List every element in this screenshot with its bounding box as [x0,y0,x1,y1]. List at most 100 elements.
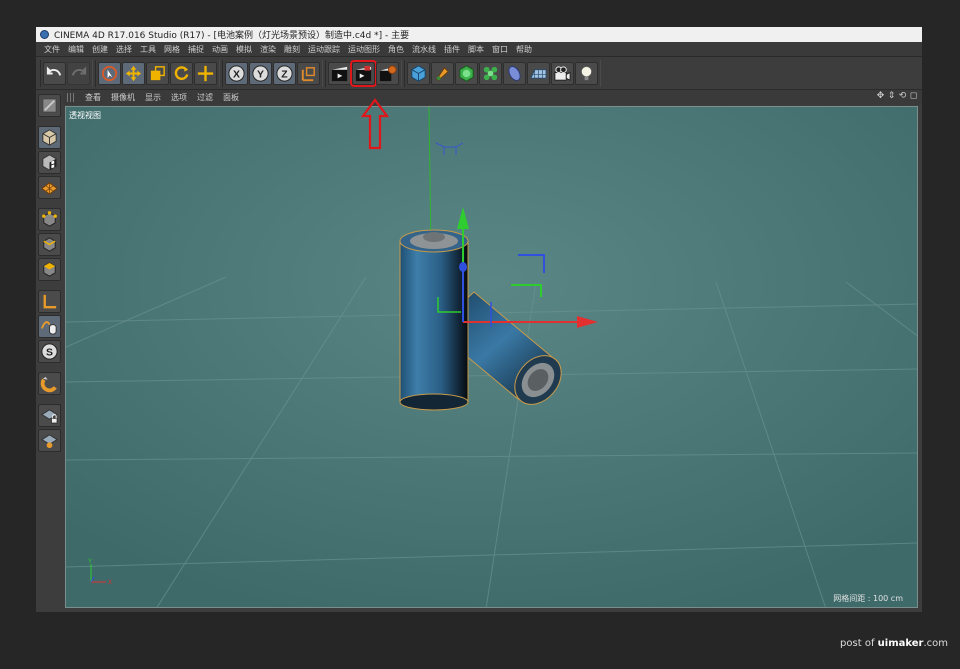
menu-tools[interactable]: 工具 [136,42,160,57]
floor-button[interactable] [527,61,550,85]
viewport-menu-options[interactable]: 选项 [166,92,192,103]
subdivision-surface-button[interactable] [455,61,478,85]
menu-script[interactable]: 脚本 [464,42,488,57]
pan-icon[interactable]: ✥ [876,92,885,101]
viewport-nav-controls: ✥ ⇕ ⟲ ◻ [876,92,918,101]
viewport-label: 透视视图 [69,111,101,120]
axis-label-y: Y [88,559,92,565]
viewport-menu-panel[interactable]: 面板 [218,92,244,103]
x-axis-lock-button[interactable]: X [225,61,248,85]
grid-distance-readout: 网格间距 : 100 cm [833,594,903,603]
floor-icon [530,68,547,79]
edges-mode-button[interactable] [38,233,61,256]
menu-create[interactable]: 创建 [88,42,112,57]
polygons-mode-button[interactable] [38,258,61,281]
viewport-menu-bar: 查看 摄像机 显示 选项 过滤 面板 ✥ ⇕ ⟲ ◻ [63,90,922,105]
menu-simulate[interactable]: 模拟 [232,42,256,57]
main-toolbar: X Y Z [36,57,922,90]
maximize-icon[interactable]: ◻ [909,92,918,101]
texture-mode-button[interactable] [38,151,61,174]
perspective-viewport[interactable]: Y X 透视视图 网格间距 : 100 cm [65,106,918,608]
tweak-mode-button[interactable] [38,315,61,338]
zoom-icon[interactable]: ⇕ [887,92,896,101]
points-mode-icon [42,211,57,227]
light-button[interactable] [575,61,598,85]
orbit-icon[interactable]: ⟲ [898,92,907,101]
points-mode-button[interactable] [38,208,61,231]
axis-group: X Y Z [222,59,323,87]
menu-render[interactable]: 渲染 [256,42,280,57]
solo-button[interactable]: S [38,340,61,363]
cloner-icon [483,66,498,80]
z-axis-lock-button[interactable]: Z [273,61,296,85]
locked-workplane-button[interactable] [38,404,61,427]
camera-button[interactable] [551,61,574,85]
menu-mesh[interactable]: 网格 [160,42,184,57]
z-axis-letter: Z [281,69,288,80]
redo-icon [71,65,87,76]
menu-mograph[interactable]: 运动图形 [344,42,384,57]
menu-select[interactable]: 选择 [112,42,136,57]
render-to-picture-viewer-icon [355,65,372,81]
snap-button[interactable] [38,372,61,395]
undo-button[interactable] [43,61,66,85]
menu-character[interactable]: 角色 [384,42,408,57]
deformer-button[interactable] [503,61,526,85]
rotate-icon [174,65,189,80]
menu-snap[interactable]: 捕捉 [184,42,208,57]
pen-button[interactable] [431,61,454,85]
workplane-mode-button[interactable] [38,176,61,199]
menu-plugins[interactable]: 插件 [440,42,464,57]
menu-help[interactable]: 帮助 [512,42,536,57]
move-button[interactable] [122,61,145,85]
menu-animate[interactable]: 动画 [208,42,232,57]
edges-mode-icon [43,237,56,252]
menu-sculpt[interactable]: 雕刻 [280,42,304,57]
viewport-menu-filter[interactable]: 过滤 [192,92,218,103]
rotate-button[interactable] [170,61,193,85]
menu-pipeline[interactable]: 流水线 [408,42,440,57]
model-mode-icon [42,129,57,146]
render-to-picture-viewer-button[interactable] [350,59,377,87]
menu-window[interactable]: 窗口 [488,42,512,57]
recent-tool-button[interactable] [194,61,217,85]
object-group [404,59,601,87]
render-view-icon [331,66,348,81]
tool-group [95,59,220,87]
planar-workplane-button[interactable] [38,429,61,452]
viewport-menu-display[interactable]: 显示 [140,92,166,103]
menu-edit[interactable]: 编辑 [64,42,88,57]
undo-group [40,59,93,87]
menu-motion-tracker[interactable]: 运动跟踪 [304,42,344,57]
model-mode-button[interactable] [38,126,61,149]
planar-workplane-icon [41,434,58,449]
pen-icon [436,66,449,81]
redo-button[interactable] [67,61,90,85]
cube-button[interactable] [407,61,430,85]
cloner-button[interactable] [479,61,502,85]
make-editable-button[interactable] [38,94,61,117]
deformer-icon [508,65,521,81]
recent-tool-icon [197,65,214,81]
undo-icon [46,65,62,76]
render-view-button[interactable] [328,61,351,85]
scale-button[interactable] [146,61,169,85]
viewport-menu-view[interactable]: 查看 [80,92,106,103]
tweak-mouse-icon [41,321,57,335]
z-axis-icon: Z [276,64,293,82]
x-axis-icon: X [228,64,245,82]
panel-grip-icon[interactable] [67,93,76,102]
scene-render: Y X [66,107,917,607]
coordinate-system-button[interactable] [297,61,320,85]
enable-axis-button[interactable] [38,290,61,313]
camera-icon [554,65,571,81]
coordinate-system-icon [301,66,315,81]
render-settings-button[interactable] [376,61,399,85]
title-bar: CINEMA 4D R17.016 Studio (R17) - [电池案例（灯… [36,27,922,42]
viewport-menu-cameras[interactable]: 摄像机 [106,92,140,103]
y-axis-lock-button[interactable]: Y [249,61,272,85]
live-select-button[interactable] [98,61,121,85]
x-axis-letter: X [233,69,240,80]
svg-text:S: S [46,347,53,358]
menu-file[interactable]: 文件 [40,42,64,57]
